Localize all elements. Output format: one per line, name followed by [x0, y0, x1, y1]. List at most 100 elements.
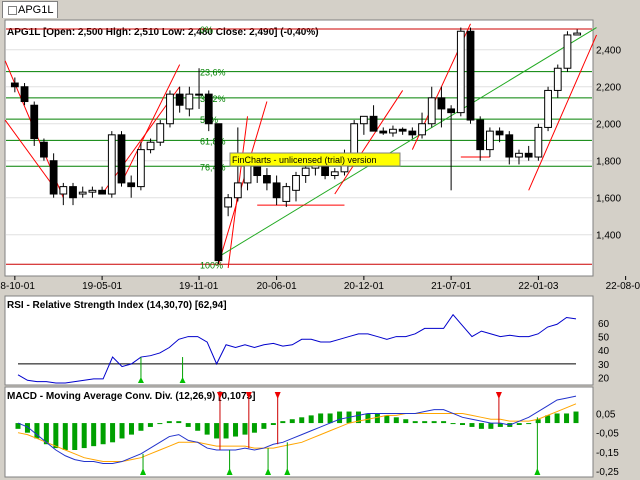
macd-histogram-bar	[233, 423, 239, 437]
candle-body	[330, 171, 339, 177]
macd-histogram-bar	[91, 423, 97, 447]
candle-body	[10, 82, 19, 88]
macd-histogram-bar	[564, 413, 570, 424]
candle-body	[505, 134, 514, 158]
candle-body	[204, 93, 213, 125]
date-label: 20-12-01	[344, 281, 384, 292]
candle-body	[292, 175, 300, 191]
macd-histogram-bar	[403, 419, 409, 424]
candle-body	[185, 93, 194, 110]
main-y-axis: 2,400 2,200 2,000 1,800 1,600 1,400	[596, 46, 621, 242]
rsi-y-tick-label: 50	[598, 333, 610, 344]
rsi-y-tick-label: 60	[598, 319, 610, 330]
candle-body	[175, 93, 184, 106]
macd-histogram-bar	[147, 423, 153, 427]
macd-histogram-bar	[308, 415, 314, 424]
candle-body	[195, 93, 203, 96]
candle-body	[350, 123, 359, 154]
candle-body	[495, 130, 504, 136]
macd-histogram-bar	[62, 423, 68, 450]
macd-histogram-bar	[384, 415, 390, 424]
macd-histogram-bar	[289, 419, 295, 424]
macd-histogram-bar	[157, 423, 163, 425]
candle-body	[88, 189, 97, 193]
macd-y-tick-label: -0,25	[596, 467, 619, 478]
chart-svg: APG1L [Open: 2,500 High: 2,510 Low: 2,48…	[0, 19, 640, 478]
candle-body	[456, 30, 465, 114]
candle-body	[117, 134, 126, 184]
candle-body	[466, 30, 475, 121]
candle-body	[544, 89, 552, 128]
date-label: 22-08-01	[606, 281, 640, 292]
macd-histogram-bar	[261, 423, 267, 429]
rsi-y-tick-label: 30	[598, 360, 610, 371]
candle-body	[379, 130, 388, 134]
macd-histogram-bar	[554, 413, 560, 424]
macd-histogram-bar	[270, 423, 276, 425]
macd-histogram-bar	[412, 421, 418, 424]
candle-body	[263, 175, 271, 184]
macd-histogram-bar	[478, 423, 484, 429]
candle-body	[573, 32, 582, 36]
macd-y-tick-label: -0,15	[596, 448, 619, 459]
macd-histogram-bar	[81, 423, 87, 449]
macd-histogram-bar	[374, 413, 380, 424]
candle-body	[447, 108, 456, 114]
candle-body	[272, 182, 281, 199]
macd-histogram-bar	[280, 421, 286, 424]
candle-body	[418, 123, 426, 136]
candle-body	[214, 123, 223, 262]
date-label: 19-11-01	[179, 281, 219, 292]
candle-body	[243, 163, 252, 184]
candle-body	[30, 104, 39, 140]
rsi-y-tick-label: 40	[598, 346, 610, 357]
candle-body	[389, 128, 397, 134]
macd-histogram-bar	[53, 423, 59, 449]
fib-level-label: 38,2%	[200, 94, 226, 104]
macd-histogram-bar	[100, 423, 106, 445]
macd-histogram-bar	[72, 423, 78, 450]
macd-histogram-bar	[327, 413, 333, 424]
main-y-tick-label: 1,400	[596, 231, 621, 242]
macd-histogram-bar	[365, 413, 371, 424]
candle-body	[59, 186, 68, 195]
date-label: 20-06-01	[257, 281, 297, 292]
candle-body	[156, 123, 165, 143]
macd-histogram-bar	[469, 423, 475, 427]
date-axis: 18-10-01 19-05-01 19-11-01 20-06-01 20-12-01…	[0, 276, 640, 292]
candle-body	[146, 141, 155, 151]
date-label: 22-01-03	[518, 281, 558, 292]
date-label: 19-05-01	[82, 281, 122, 292]
macd-histogram-bar	[460, 423, 466, 425]
fib-level-label: 0%	[200, 25, 213, 35]
macd-histogram-bar	[450, 423, 456, 425]
candle-body	[107, 134, 116, 195]
macd-histogram-bar	[176, 421, 182, 424]
date-label: 18-10-01	[0, 281, 35, 292]
macd-histogram-bar	[242, 423, 248, 435]
candle-body	[524, 152, 533, 158]
macd-histogram-bar	[441, 421, 447, 424]
macd-histogram-bar	[431, 421, 437, 424]
date-label: 21-07-01	[431, 281, 471, 292]
fib-level-label: 23,6%	[200, 68, 226, 78]
watermark-text: FinCharts - unlicensed (trial) version	[232, 155, 377, 165]
main-y-tick-label: 2,400	[596, 46, 621, 57]
macd-histogram-bar	[251, 423, 257, 433]
macd-y-axis: 0,05 -0,05 -0,15 -0,25	[596, 409, 619, 478]
candle-body	[563, 34, 572, 69]
macd-histogram-bar	[223, 423, 229, 439]
candle-body	[40, 141, 48, 158]
rsi-y-axis: 60 50 40 30 20	[598, 319, 610, 385]
rsi-title: RSI - Relative Strength Index (14,30,70)…	[7, 300, 227, 311]
candle-body	[233, 182, 242, 199]
candle-body	[282, 186, 291, 202]
macd-histogram-bar	[488, 423, 494, 429]
candle-body	[166, 93, 174, 125]
macd-histogram-bar	[299, 417, 305, 424]
main-y-tick-label: 2,200	[596, 83, 621, 94]
macd-histogram-bar	[318, 413, 324, 424]
candle-body	[534, 126, 543, 158]
candle-body	[408, 130, 417, 136]
macd-histogram-bar	[422, 421, 428, 424]
